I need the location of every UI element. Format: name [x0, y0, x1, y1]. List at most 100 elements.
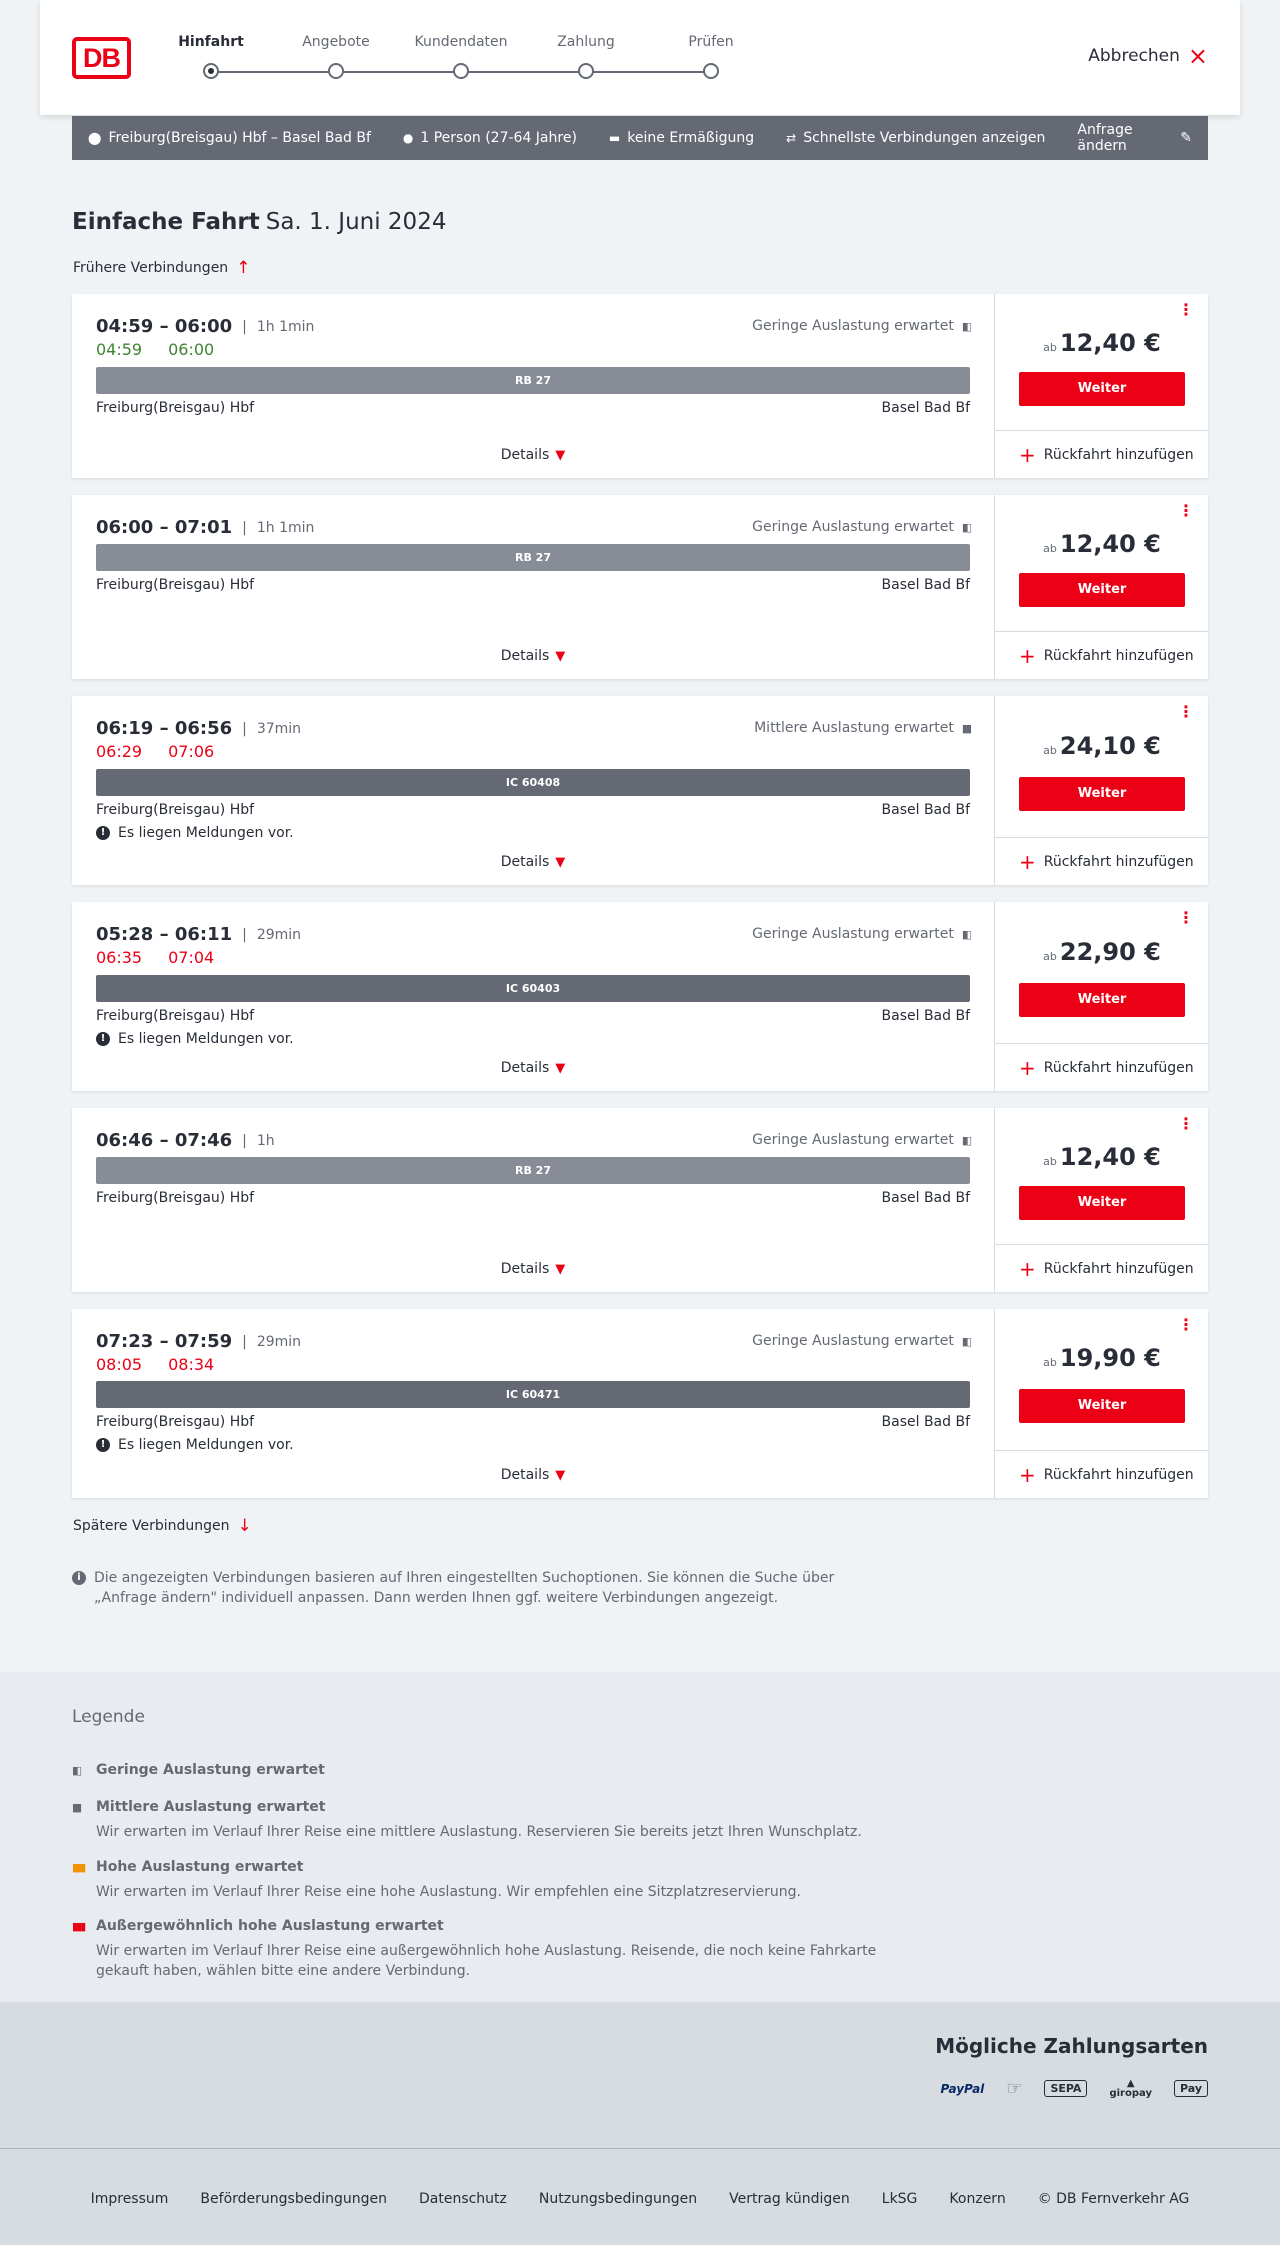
- footer-link-vertrag-kuendigen[interactable]: Vertrag kündigen: [729, 2191, 850, 2207]
- info-notice: i Die angezeigten Verbindungen basieren …: [72, 1568, 862, 1608]
- footer-link-lksg[interactable]: LkSG: [882, 2191, 918, 2207]
- details-toggle[interactable]: Details ▼: [72, 854, 994, 870]
- step-angebote[interactable]: Angebote: [276, 34, 396, 79]
- weiter-button[interactable]: Weiter: [1019, 372, 1185, 406]
- step-zahlung[interactable]: Zahlung: [526, 34, 646, 79]
- weiter-button[interactable]: Weiter: [1019, 1389, 1185, 1423]
- connection-main[interactable]: 04:59 – 06:00 | 1h 1min 04:59 06:00 Geringe…: [72, 294, 994, 478]
- realtime-departure: 04:59: [96, 340, 143, 359]
- occupancy: Geringe Auslastung erwartet ▮▯: [752, 318, 972, 334]
- db-logo[interactable]: DB: [72, 37, 131, 79]
- add-return-button[interactable]: + Rückfahrt hinzufügen: [1019, 1259, 1194, 1279]
- departure-station: Freiburg(Breisgau) Hbf: [96, 1190, 255, 1206]
- train-bar[interactable]: IC 60403: [96, 975, 970, 1002]
- occupancy-medium-icon: ▮▮: [72, 1800, 82, 1814]
- footer-link-impressum[interactable]: Impressum: [91, 2191, 169, 2207]
- step-dot: [578, 63, 594, 79]
- details-label: Details: [500, 854, 550, 870]
- earlier-connections-link[interactable]: Frühere Verbindungen ↑: [73, 258, 250, 278]
- realtime-times: 08:05 08:34: [96, 1355, 214, 1374]
- connection-main[interactable]: 06:46 – 07:46 | 1h Geringe Auslastung erwa…: [72, 1108, 994, 1292]
- departure-station: Freiburg(Breisgau) Hbf: [96, 1414, 255, 1430]
- legend-item-text: Wir erwarten im Verlauf Ihrer Reise eine…: [96, 1824, 862, 1840]
- step-dot: [453, 63, 469, 79]
- connection-times: 06:46 – 07:46 | 1h: [96, 1130, 275, 1151]
- connection-main[interactable]: 05:28 – 06:11 | 29min 06:35 07:04 Geringe A…: [72, 902, 994, 1091]
- details-toggle[interactable]: Details ▼: [72, 1060, 994, 1076]
- train-bar[interactable]: RB 27: [96, 1157, 970, 1184]
- query-route[interactable]: ⬤ Freiburg(Breisgau) Hbf – Basel Bad Bf: [88, 130, 371, 146]
- train-bar[interactable]: RB 27: [96, 367, 970, 394]
- more-options-icon[interactable]: ⋮: [1178, 503, 1194, 519]
- cancel-button[interactable]: Abbrechen ×: [1088, 44, 1208, 68]
- query-fastest[interactable]: ⇄ Schnellste Verbindungen anzeigen: [786, 130, 1045, 146]
- weiter-button[interactable]: Weiter: [1019, 777, 1185, 811]
- more-options-icon[interactable]: ⋮: [1178, 910, 1194, 926]
- footer-link-konzern[interactable]: Konzern: [949, 2191, 1005, 2207]
- connection-card: 06:19 – 06:56 | 37min 06:29 07:06 Mittlere …: [72, 696, 1208, 885]
- weiter-button[interactable]: Weiter: [1019, 1186, 1185, 1220]
- realtime-arrival: 08:34: [168, 1355, 215, 1374]
- occupancy-low-icon: ▮▯: [72, 1763, 82, 1777]
- more-options-icon[interactable]: ⋮: [1178, 704, 1194, 720]
- divider: [995, 631, 1208, 632]
- train-bar[interactable]: IC 60471: [96, 1381, 970, 1408]
- price-prefix: ab: [1043, 1356, 1057, 1369]
- add-return-button[interactable]: + Rückfahrt hinzufügen: [1019, 852, 1194, 872]
- query-travellers[interactable]: ● 1 Person (27-64 Jahre): [403, 130, 577, 146]
- step-label: Kundendaten: [414, 34, 508, 50]
- step-pruefen[interactable]: Prüfen: [651, 34, 771, 79]
- trip-type: Einfache Fahrt: [72, 209, 260, 235]
- price: ab 12,40 €: [995, 1143, 1209, 1171]
- add-return-button[interactable]: + Rückfahrt hinzufügen: [1019, 1058, 1194, 1078]
- weiter-button[interactable]: Weiter: [1019, 983, 1185, 1017]
- arrival-station: Basel Bad Bf: [881, 1414, 970, 1430]
- message-notice: ! Es liegen Meldungen vor.: [96, 825, 294, 841]
- details-toggle[interactable]: Details ▼: [72, 447, 994, 463]
- legend-section: Legende ▮▯ Geringe Auslastung erwartet ▮▮…: [0, 1672, 1280, 2002]
- applepay-label: Pay: [1179, 2082, 1202, 2095]
- connection-main[interactable]: 07:23 – 07:59 | 29min 08:05 08:34 Geringe A…: [72, 1309, 994, 1498]
- train-bar[interactable]: IC 60408: [96, 769, 970, 796]
- details-toggle[interactable]: Details ▼: [72, 648, 994, 664]
- divider: [995, 1043, 1208, 1044]
- details-toggle[interactable]: Details ▼: [72, 1261, 994, 1277]
- occupancy-high-icon: ▮▮▮: [72, 1860, 86, 1874]
- details-toggle[interactable]: Details ▼: [72, 1467, 994, 1483]
- more-options-icon[interactable]: ⋮: [1178, 1317, 1194, 1333]
- add-return-button[interactable]: + Rückfahrt hinzufügen: [1019, 445, 1194, 465]
- footer-link-befoerderungsbedingungen[interactable]: Beförderungsbedingungen: [200, 2191, 387, 2207]
- chevron-down-icon: ▼: [555, 855, 566, 870]
- add-return-button[interactable]: + Rückfahrt hinzufügen: [1019, 646, 1194, 666]
- earlier-label: Frühere Verbindungen: [73, 260, 229, 276]
- legend-item: ▮▮ Mittlere Auslastung erwartet Wir erwar…: [72, 1799, 896, 1842]
- change-request-button[interactable]: Anfrage ändern ✎: [1077, 122, 1192, 154]
- price-value: 12,40 €: [1059, 329, 1161, 357]
- add-return-button[interactable]: + Rückfahrt hinzufügen: [1019, 1465, 1194, 1485]
- message-text: Es liegen Meldungen vor.: [118, 1031, 294, 1047]
- step-hinfahrt[interactable]: Hinfahrt: [151, 34, 271, 79]
- more-options-icon[interactable]: ⋮: [1178, 302, 1194, 318]
- occupancy: Mittlere Auslastung erwartet ▮▮: [754, 720, 972, 736]
- connection-main[interactable]: 06:19 – 06:56 | 37min 06:29 07:06 Mittlere …: [72, 696, 994, 885]
- connection-times: 07:23 – 07:59 | 29min: [96, 1331, 302, 1352]
- footer-link-datenschutz[interactable]: Datenschutz: [419, 2191, 507, 2207]
- details-label: Details: [500, 1060, 550, 1076]
- occupancy-text: Geringe Auslastung erwartet: [752, 519, 954, 535]
- change-request-label: Anfrage ändern: [1077, 122, 1133, 154]
- add-return-label: Rückfahrt hinzufügen: [1043, 1060, 1194, 1076]
- departure-station: Freiburg(Breisgau) Hbf: [96, 1008, 255, 1024]
- price-prefix: ab: [1043, 542, 1057, 555]
- sepa-icon: SEPA: [1044, 2080, 1088, 2097]
- more-options-icon[interactable]: ⋮: [1178, 1116, 1194, 1132]
- details-label: Details: [500, 447, 550, 463]
- alert-icon: !: [96, 826, 110, 840]
- later-connections-link[interactable]: Spätere Verbindungen ↓: [73, 1516, 252, 1536]
- query-discount[interactable]: ▬ keine Ermäßigung: [609, 130, 754, 146]
- footer-link-nutzungsbedingungen[interactable]: Nutzungsbedingungen: [539, 2191, 697, 2207]
- train-bar[interactable]: RB 27: [96, 544, 970, 571]
- weiter-button[interactable]: Weiter: [1019, 573, 1185, 607]
- fastest-text: Schnellste Verbindungen anzeigen: [803, 130, 1046, 146]
- step-kundendaten[interactable]: Kundendaten: [401, 34, 521, 79]
- connection-main[interactable]: 06:00 – 07:01 | 1h 1min Geringe Auslastung…: [72, 495, 994, 679]
